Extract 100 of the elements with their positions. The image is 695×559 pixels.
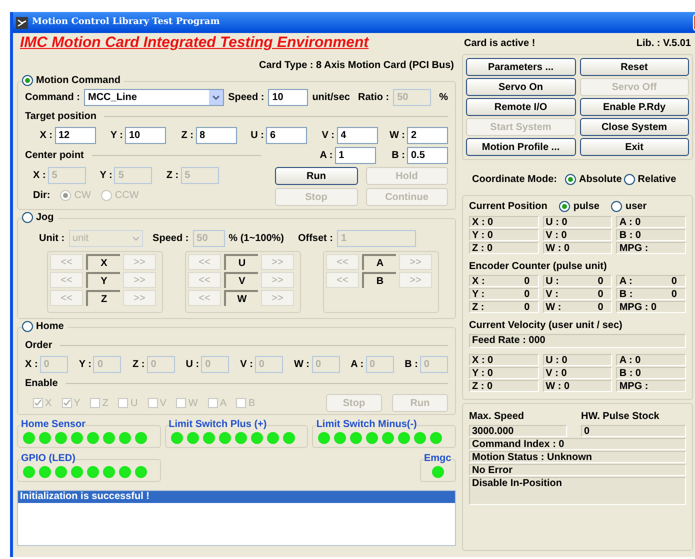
button[interactable]: Run xyxy=(275,167,358,185)
label: X : xyxy=(33,169,46,183)
readout-cell: A : 0 xyxy=(616,354,686,366)
readout-cell: Y : 0 xyxy=(469,367,539,379)
axis-label: Z xyxy=(86,290,120,306)
label: Max. Speed xyxy=(469,410,526,424)
readout-cell: X : 0 xyxy=(469,216,539,228)
readout-value: 0 xyxy=(671,289,677,299)
readout-cell: MPG : xyxy=(616,380,686,392)
readout-label: MPG : 0 xyxy=(619,302,657,312)
readout-label: B : xyxy=(619,289,633,299)
radio-button[interactable]: Absolute xyxy=(565,172,622,187)
check-icon xyxy=(62,399,71,407)
group-label: Limit Switch Plus (+) xyxy=(168,419,267,430)
section-label: Current Position xyxy=(469,200,548,214)
axis-label: X xyxy=(86,254,120,270)
label: unit/sec xyxy=(312,91,350,105)
readout-cell: W : 0 xyxy=(542,242,612,254)
card-type-label: Card Type : 8 Axis Motion Card (PCI Bus) xyxy=(258,59,454,73)
input-field[interactable]: 10 xyxy=(268,89,308,106)
readout-value: 0 xyxy=(598,276,604,286)
label: Speed : xyxy=(228,91,264,105)
readout-cell: U : 0 xyxy=(542,354,612,366)
readout-cell: V : 0 xyxy=(542,367,612,379)
readout-cell: Feed Rate : 000 xyxy=(469,334,686,348)
label: A : xyxy=(350,358,364,372)
readout-label: Y : xyxy=(472,289,485,299)
library-version: Lib. : V.5.01 xyxy=(636,37,691,51)
readout-cell: W : 0 xyxy=(542,380,612,392)
input-field[interactable]: 2 xyxy=(407,127,448,144)
label: Z : xyxy=(181,129,194,143)
label: B : xyxy=(392,149,405,163)
button[interactable]: Remote I/O xyxy=(466,98,576,116)
section-label: Enable xyxy=(25,377,58,391)
radio-button[interactable]: user xyxy=(611,199,647,214)
readout-cell: B : 0 xyxy=(616,229,686,241)
group-label: Home Sensor xyxy=(21,419,86,430)
readout-value: 0 xyxy=(524,302,530,312)
input-field[interactable]: 1 xyxy=(334,147,376,164)
label: % xyxy=(439,91,448,105)
label: Dir: xyxy=(33,189,50,203)
radio-button[interactable]: pulse xyxy=(559,199,600,214)
input-field[interactable]: 6 xyxy=(266,127,307,144)
app-icon xyxy=(16,16,28,28)
label: U : xyxy=(186,358,200,372)
input-field[interactable]: 0.5 xyxy=(407,147,448,164)
button[interactable]: Reset xyxy=(580,58,689,76)
section-label: Order xyxy=(25,339,52,353)
input-field[interactable]: 12 xyxy=(54,127,96,144)
readout-cell: Y : 0 xyxy=(469,229,539,241)
group-label: Limit Switch Minus(-) xyxy=(316,419,417,430)
label: Y : xyxy=(78,358,92,372)
readout-label: X : xyxy=(472,276,485,286)
label: X : xyxy=(25,358,38,372)
radio-button[interactable]: Relative xyxy=(624,172,676,187)
button[interactable]: Parameters ... xyxy=(466,58,576,76)
label: W : xyxy=(389,129,405,143)
radio-button[interactable]: CW xyxy=(60,188,91,203)
readout-label: W : xyxy=(546,302,562,312)
label: Coordinate Mode: xyxy=(472,173,557,187)
check-icon xyxy=(34,399,42,407)
axis-label: U xyxy=(224,254,258,270)
input-field[interactable]: 4 xyxy=(336,127,378,144)
input-field[interactable]: 8 xyxy=(196,127,236,144)
label: Y : xyxy=(110,129,123,143)
window-title: Motion Control Library Test Program xyxy=(32,16,220,29)
readout-value: 0 xyxy=(598,289,604,299)
readout-cell: Z : 0 xyxy=(469,380,539,392)
readout-cell: X : 0 xyxy=(469,354,539,366)
section-label: Encoder Counter (pulse unit) xyxy=(469,261,607,272)
log-entry[interactable]: Initialization is successful ! xyxy=(18,491,455,503)
button[interactable]: Enable P.Rdy xyxy=(580,98,689,116)
button[interactable]: Servo On xyxy=(466,78,576,96)
readout-cell: MPG : xyxy=(616,242,686,254)
readout-cell: 0 xyxy=(581,425,686,437)
button[interactable]: Exit xyxy=(580,138,689,156)
button[interactable]: Close System xyxy=(580,118,689,136)
readout-value: 0 xyxy=(524,276,530,286)
label: V : xyxy=(322,129,334,143)
section-label: Target position xyxy=(25,110,96,124)
readout-label: Z : xyxy=(472,302,484,312)
readout-value: 0 xyxy=(524,289,530,299)
label: Y : xyxy=(100,169,112,183)
readout-label: U : xyxy=(546,276,559,286)
readout-value: 0 xyxy=(671,276,677,286)
radio-button[interactable]: CCW xyxy=(100,188,139,203)
input-field[interactable]: 10 xyxy=(125,127,166,144)
group-label: Emgc xyxy=(424,453,452,464)
axis-label: Y xyxy=(86,272,120,288)
label: X : xyxy=(40,129,52,143)
readout-label: A : xyxy=(619,276,632,286)
axis-label: B xyxy=(362,272,396,288)
chevron-down-icon xyxy=(209,90,224,105)
section-label: Current Velocity (user unit / sec) xyxy=(469,320,622,331)
command-dropdown[interactable]: MCC_Line xyxy=(84,89,224,106)
label: W : xyxy=(294,358,310,372)
button[interactable]: Motion Profile ... xyxy=(466,138,576,156)
label: % (1~100%) xyxy=(228,232,284,246)
group-label: GPIO (LED) xyxy=(21,453,76,464)
label: HW. Pulse Stock xyxy=(581,410,660,424)
